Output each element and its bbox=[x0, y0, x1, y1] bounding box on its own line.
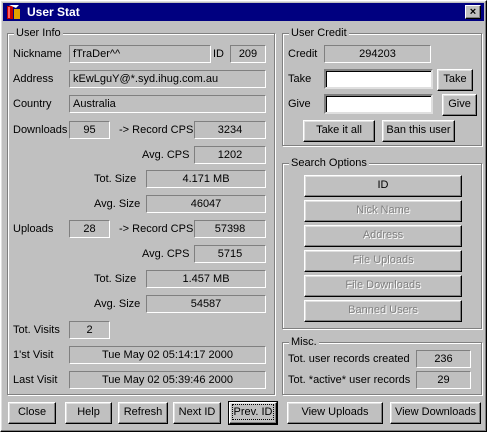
country-field: Australia bbox=[69, 95, 266, 113]
downloads-avg-cps-label: Avg. CPS bbox=[142, 149, 190, 161]
uploads-avg-cps-field: 5715 bbox=[194, 245, 266, 263]
give-button[interactable]: Give bbox=[442, 94, 477, 116]
take-button[interactable]: Take bbox=[437, 69, 473, 91]
search-options-title: Search Options bbox=[289, 156, 369, 170]
nickname-label: Nickname bbox=[13, 48, 62, 60]
uploads-tot-size-field: 1.457 MB bbox=[146, 270, 266, 288]
last-visit-label: Last Visit bbox=[13, 374, 58, 386]
uploads-avg-cps-label: Avg. CPS bbox=[142, 248, 190, 260]
misc-title: Misc. bbox=[289, 335, 319, 349]
total-records-label: Tot. user records created bbox=[288, 353, 410, 365]
downloads-record-cps-field: 3234 bbox=[194, 121, 266, 139]
uploads-avg-size-label: Avg. Size bbox=[94, 298, 141, 310]
nickname-field: fTraDer^^ bbox=[69, 45, 211, 63]
take-label: Take bbox=[288, 73, 312, 85]
take-it-all-button[interactable]: Take it all bbox=[303, 120, 375, 142]
user-info-title: User Info bbox=[14, 26, 63, 40]
uploads-field: 28 bbox=[69, 220, 110, 238]
country-label: Country bbox=[13, 98, 52, 110]
close-icon[interactable]: × bbox=[465, 5, 481, 19]
search-id-button[interactable]: ID bbox=[304, 175, 462, 197]
misc-group: Misc. Tot. user records created 236 Tot.… bbox=[282, 335, 482, 395]
uploads-label: Uploads bbox=[13, 223, 54, 235]
user-stat-window: User Stat × User Info Nickname fTraDer^^… bbox=[0, 0, 487, 432]
uploads-record-cps-label: -> Record CPS bbox=[119, 223, 194, 235]
first-visit-field: Tue May 02 05:14:17 2000 bbox=[69, 346, 266, 364]
downloads-label: Downloads bbox=[13, 124, 68, 136]
last-visit-field: Tue May 02 05:39:46 2000 bbox=[69, 371, 266, 389]
prev-id-button[interactable]: Prev. ID bbox=[228, 401, 278, 425]
id-field: 209 bbox=[230, 45, 266, 63]
uploads-record-cps-field: 57398 bbox=[194, 220, 266, 238]
active-records-field: 29 bbox=[416, 371, 471, 389]
downloads-field: 95 bbox=[69, 121, 110, 139]
total-records-field: 236 bbox=[416, 350, 471, 368]
active-records-label: Tot. *active* user records bbox=[288, 374, 411, 386]
uploads-tot-size-label: Tot. Size bbox=[94, 273, 137, 285]
user-credit-title: User Credit bbox=[289, 26, 349, 40]
give-label: Give bbox=[288, 98, 311, 110]
downloads-avg-cps-field: 1202 bbox=[194, 146, 266, 164]
give-input[interactable] bbox=[324, 94, 433, 114]
refresh-button[interactable]: Refresh bbox=[118, 402, 168, 424]
next-id-button[interactable]: Next ID bbox=[173, 402, 221, 424]
view-downloads-button[interactable]: View Downloads bbox=[390, 402, 481, 424]
address-field: kEwLguY@*.syd.ihug.com.au bbox=[69, 70, 266, 88]
tot-visits-field: 2 bbox=[69, 321, 110, 339]
uploads-avg-size-field: 54587 bbox=[146, 295, 266, 313]
help-button[interactable]: Help bbox=[65, 402, 112, 424]
first-visit-label: 1'st Visit bbox=[13, 349, 54, 361]
search-nick-name-button[interactable]: Nick Name bbox=[304, 200, 462, 222]
view-uploads-button[interactable]: View Uploads bbox=[287, 402, 383, 424]
search-address-button[interactable]: Address bbox=[304, 225, 462, 247]
take-input[interactable] bbox=[324, 69, 433, 89]
downloads-tot-size-field: 4.171 MB bbox=[146, 170, 266, 188]
window-title: User Stat bbox=[27, 5, 80, 19]
address-label: Address bbox=[13, 73, 54, 85]
search-options-group: Search Options ID Nick Name Address File… bbox=[282, 156, 482, 329]
close-button[interactable]: Close bbox=[8, 402, 56, 424]
tot-visits-label: Tot. Visits bbox=[13, 324, 60, 336]
downloads-record-cps-label: -> Record CPS bbox=[119, 124, 194, 136]
app-icon bbox=[7, 5, 20, 19]
user-info-group: User Info Nickname fTraDer^^ ID 209 Addr… bbox=[7, 26, 275, 395]
id-label: ID bbox=[213, 48, 224, 60]
title-bar[interactable]: User Stat × bbox=[3, 3, 484, 21]
credit-label: Credit bbox=[288, 48, 318, 60]
user-credit-group: User Credit Credit 294203 Take Take Give… bbox=[282, 26, 482, 146]
search-file-uploads-button[interactable]: File Uploads bbox=[304, 250, 462, 272]
search-file-downloads-button[interactable]: File Downloads bbox=[304, 275, 462, 297]
search-banned-users-button[interactable]: Banned Users bbox=[304, 300, 462, 322]
credit-field: 294203 bbox=[324, 45, 431, 63]
downloads-avg-size-label: Avg. Size bbox=[94, 198, 141, 210]
downloads-tot-size-label: Tot. Size bbox=[94, 173, 137, 185]
prev-id-label: Prev. ID bbox=[231, 404, 275, 420]
ban-user-button[interactable]: Ban this user bbox=[382, 120, 455, 142]
downloads-avg-size-field: 46047 bbox=[146, 195, 266, 213]
